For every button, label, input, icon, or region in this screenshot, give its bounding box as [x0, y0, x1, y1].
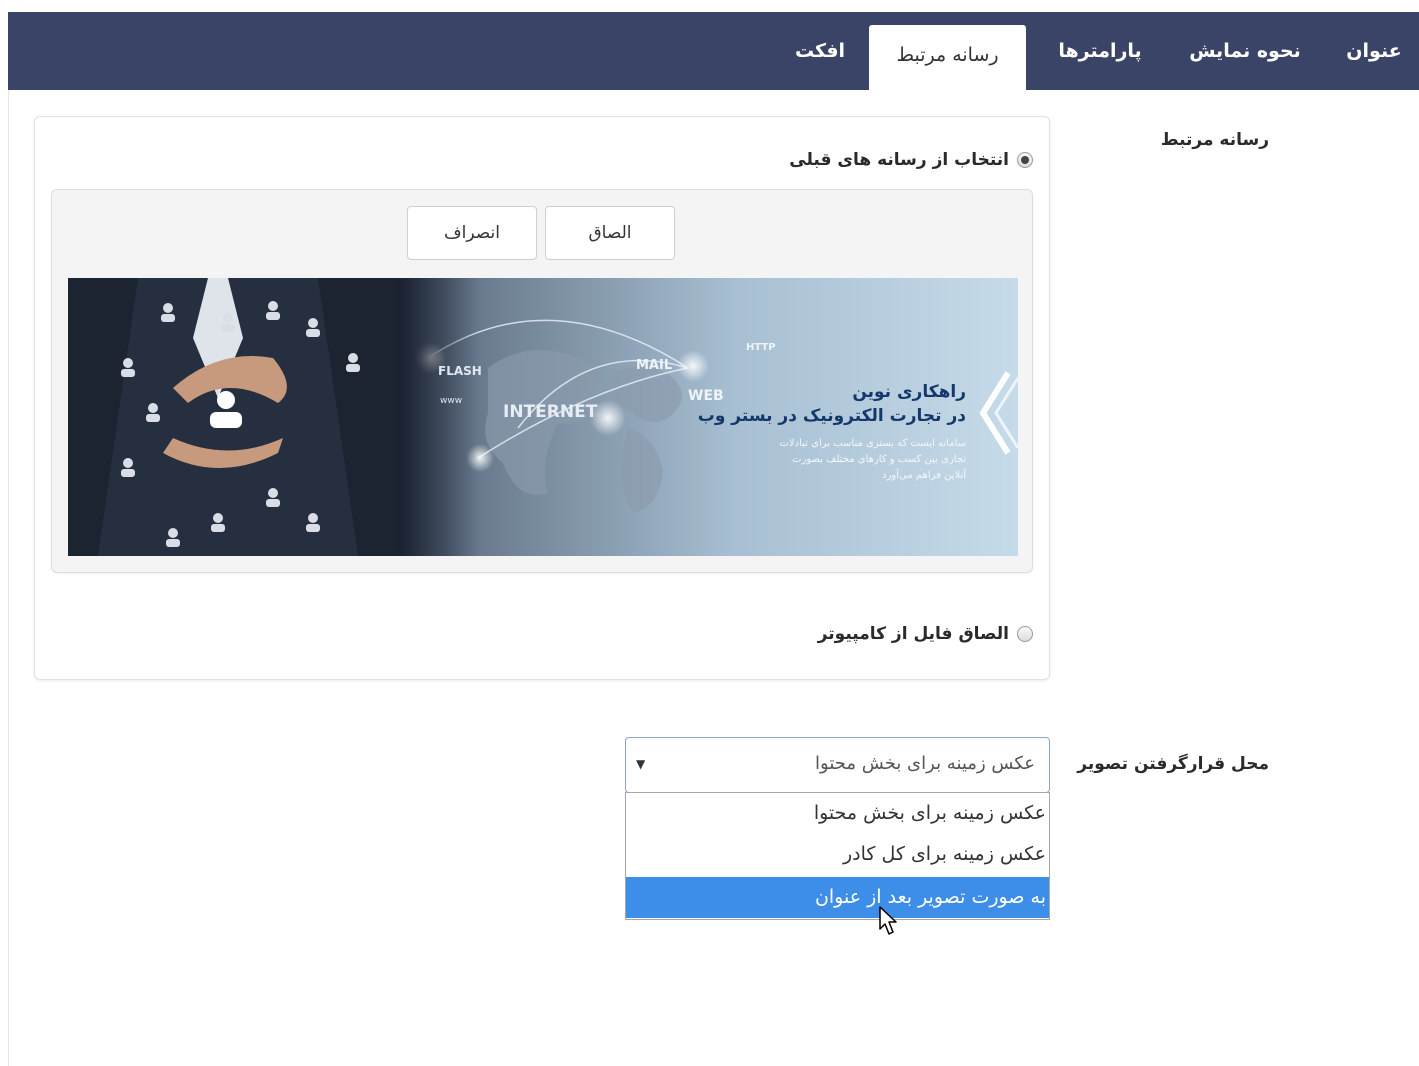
option-upload-file[interactable]: الصاق فایل از کامپیوتر [818, 621, 1033, 647]
banner-word-www: www [440, 396, 463, 406]
banner-word-mail: MAIL [636, 358, 673, 373]
page-left-border [8, 90, 9, 1066]
tab-effect[interactable]: افکت [780, 31, 860, 71]
cancel-button[interactable]: انصراف [407, 206, 537, 260]
image-position-label: محل قرارگرفتن تصویر [1077, 754, 1269, 774]
image-position-current-value: عکس زمینه برای بخش محتوا [815, 753, 1035, 774]
image-position-option-highlighted[interactable]: به صورت تصویر بعد از عنوان [626, 877, 1049, 918]
tab-bar: عنوان نحوه نمایش پارامترها رسانه مرتبط ا… [8, 12, 1419, 90]
attach-button[interactable]: الصاق [545, 206, 675, 260]
option-select-existing-label: انتخاب از رسانه های قبلی [789, 150, 1009, 170]
related-media-label: رسانه مرتبط [1160, 130, 1269, 150]
radio-selected-icon[interactable] [1017, 152, 1033, 168]
related-media-panel: انتخاب از رسانه های قبلی الصاق انصراف FL… [34, 116, 1050, 680]
chevron-down-icon: ▼ [636, 757, 646, 771]
option-upload-file-label: الصاق فایل از کامپیوتر [817, 624, 1009, 644]
banner-body-line-2: تجاری بین کسب و کارهای مختلف بصورت [792, 454, 966, 465]
banner-preview-image: FLASH www INTERNET MAIL WEB HTTP راهکاری… [68, 278, 1018, 556]
image-position-select[interactable]: عکس زمینه برای بخش محتوا ▼ [625, 737, 1050, 793]
tab-related-media[interactable]: رسانه مرتبط [869, 25, 1026, 90]
image-position-option[interactable]: عکس زمینه برای بخش محتوا [626, 793, 1049, 834]
radio-unselected-icon[interactable] [1017, 626, 1033, 642]
banner-word-http: HTTP [746, 342, 776, 353]
image-position-dropdown: عکس زمینه برای بخش محتوا عکس زمینه برای … [625, 792, 1050, 920]
image-position-option[interactable]: عکس زمینه برای کل کادر [626, 834, 1049, 875]
banner-word-web: WEB [688, 388, 724, 404]
tab-parameters[interactable]: پارامترها [1042, 31, 1158, 71]
existing-media-box: الصاق انصراف FLASH www INTERNET MAIL WEB… [51, 189, 1033, 573]
banner-body-line-3: آنلاین فراهم می‌آورد [882, 470, 966, 481]
option-select-existing[interactable]: انتخاب از رسانه های قبلی [789, 147, 1033, 173]
banner-word-flash: FLASH [438, 364, 482, 378]
mouse-pointer-icon [879, 906, 897, 935]
tab-display-mode[interactable]: نحوه نمایش [1174, 31, 1316, 71]
banner-headline-1: راهکاری نوین [852, 382, 966, 402]
banner-word-internet: INTERNET [503, 402, 598, 422]
banner-body-line-1: سامانه ایست که بستری مناسب برای تبادلات [779, 438, 966, 449]
banner-headline-2: در تجارت الکترونیک در بستر وب [697, 406, 966, 426]
tab-title[interactable]: عنوان [1336, 31, 1412, 71]
